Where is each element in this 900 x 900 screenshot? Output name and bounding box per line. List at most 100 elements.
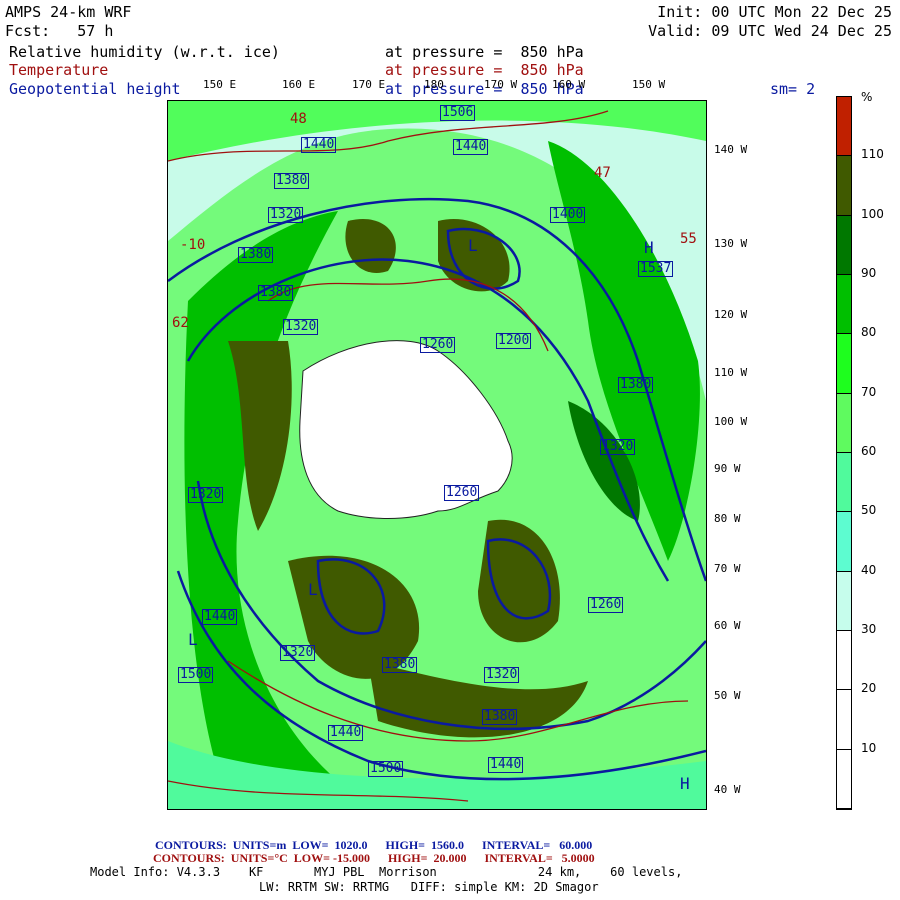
colorbar-segment bbox=[837, 97, 851, 157]
lat-label-right: 40 W bbox=[714, 783, 741, 796]
units: UNITS=m bbox=[232, 838, 287, 852]
colorbar-segment bbox=[837, 749, 851, 809]
height-contour-label: 1500 bbox=[368, 761, 404, 777]
colorbar-level-label: 90 bbox=[861, 266, 877, 280]
colorbar-segment bbox=[837, 690, 851, 750]
height-contour-label: 1320 bbox=[280, 645, 316, 661]
height-contour-label: 1260 bbox=[588, 597, 624, 613]
high: HIGH= 1560.0 bbox=[385, 838, 465, 852]
colorbar-level-label: 20 bbox=[861, 681, 877, 696]
init-time: Init: 00 UTC Mon 22 Dec 25 bbox=[657, 3, 892, 21]
height-contour-label: 1320 bbox=[484, 667, 520, 683]
interval: INTERVAL= 5.0000 bbox=[484, 851, 595, 865]
height-contour-label: 1320 bbox=[268, 207, 304, 223]
lat-label-right: 50 W bbox=[714, 689, 741, 702]
height-contour-label: 1320 bbox=[600, 439, 636, 455]
lat-label-right: 80 W bbox=[714, 512, 741, 525]
temperature-label: 48 bbox=[290, 111, 307, 127]
colorbar-level-label: 30 bbox=[861, 622, 877, 636]
colorbar-level-label: 10 bbox=[861, 740, 877, 755]
lat-label-right: 90 W bbox=[714, 462, 741, 475]
temp-contour-info: CONTOURS: UNITS=°C LOW= -15.000 HIGH= 20… bbox=[153, 851, 595, 866]
smoothing-label: sm= 2 bbox=[770, 80, 816, 98]
lon-label: 160 W bbox=[552, 78, 586, 91]
colorbar bbox=[836, 96, 852, 810]
field-rh-level: at pressure = 850 hPa bbox=[385, 43, 584, 61]
height-contour-label: 1260 bbox=[420, 337, 456, 353]
colorbar-segment bbox=[837, 275, 851, 335]
height-contour-label: 1320 bbox=[283, 319, 319, 335]
field-temp-level: at pressure = 850 hPa bbox=[385, 61, 584, 79]
colorbar-segment bbox=[837, 393, 851, 453]
height-contour-label: 1537 bbox=[638, 261, 674, 277]
low-marker: L bbox=[468, 236, 478, 255]
colorbar-segment bbox=[837, 571, 851, 631]
colorbar-level-label: 80 bbox=[861, 325, 877, 340]
colorbar-level-label: 70 bbox=[861, 384, 877, 399]
low: LOW= 1020.0 bbox=[292, 838, 368, 852]
field-height-name: Geopotential height bbox=[9, 80, 181, 98]
colorbar-segment bbox=[837, 631, 851, 691]
height-contour-label: 1320 bbox=[188, 487, 224, 503]
height-contour-label: 1200 bbox=[496, 333, 532, 349]
high-marker: H bbox=[644, 238, 654, 257]
units: UNITS=°C bbox=[230, 851, 288, 865]
field-temp-name: Temperature bbox=[9, 61, 109, 79]
colorbar-segment bbox=[837, 453, 851, 513]
height-contour-label: 1400 bbox=[550, 207, 586, 223]
contours-label: CONTOURS: bbox=[153, 851, 225, 865]
height-contour-label: 1380 bbox=[482, 709, 518, 725]
lon-label-right: 110 W bbox=[714, 366, 748, 379]
weather-map-figure: AMPS 24-km WRF Fcst: 57 h Init: 00 UTC M… bbox=[0, 0, 900, 900]
height-contour-label: 1380 bbox=[382, 657, 418, 673]
low-marker: L bbox=[188, 630, 198, 649]
lon-label: 150 E bbox=[203, 78, 237, 91]
colorbar-level-label: 50 bbox=[861, 503, 877, 518]
colorbar-segment bbox=[837, 156, 851, 216]
height-contour-label: 1500 bbox=[178, 667, 214, 683]
rh-field bbox=[167, 101, 708, 809]
height-contour-label: 1506 bbox=[440, 105, 476, 121]
colorbar-level-label: 110 bbox=[861, 147, 884, 162]
height-contour-label: 1440 bbox=[301, 137, 337, 153]
high-marker: H bbox=[680, 774, 690, 793]
lon-label: 150 W bbox=[632, 78, 666, 91]
contours-label: CONTOURS: bbox=[155, 838, 227, 852]
lon-label: 170 E bbox=[352, 78, 386, 91]
forecast-hour: Fcst: 57 h bbox=[5, 22, 114, 40]
map-panel: 1506 1440 1440 1380 1320 1380 1400 1537 … bbox=[167, 100, 708, 810]
lon-label-right: 100 W bbox=[714, 415, 748, 428]
temperature-label: 55 bbox=[680, 231, 697, 247]
low: LOW= -15.000 bbox=[293, 851, 370, 865]
lon-label-right: 140 W bbox=[714, 143, 748, 156]
lon-label-right: 120 W bbox=[714, 308, 748, 321]
model-title: AMPS 24-km WRF bbox=[5, 3, 132, 21]
lon-label: 160 E bbox=[282, 78, 316, 91]
interval: INTERVAL= 60.000 bbox=[482, 838, 593, 852]
colorbar-level-label: 60 bbox=[861, 444, 877, 458]
colorbar-unit: % bbox=[861, 90, 873, 104]
height-contour-label: 1380 bbox=[618, 377, 654, 393]
height-contour-label: 1440 bbox=[328, 725, 364, 741]
model-info-physics: LW: RRTM SW: RRTMG DIFF: simple KM: 2D S… bbox=[259, 880, 599, 894]
colorbar-segment bbox=[837, 215, 851, 275]
height-contour-label: 1440 bbox=[453, 139, 489, 155]
height-contour-label: 1380 bbox=[258, 285, 294, 301]
valid-time: Valid: 09 UTC Wed 24 Dec 25 bbox=[648, 22, 892, 40]
lon-label: 180 bbox=[424, 78, 444, 91]
lat-label-right: 60 W bbox=[714, 619, 741, 632]
temperature-label: 62 bbox=[172, 315, 189, 331]
temperature-label: 47 bbox=[594, 165, 611, 181]
temperature-label: -10 bbox=[180, 237, 206, 253]
height-contour-label: 1380 bbox=[238, 247, 274, 263]
lon-label-right: 130 W bbox=[714, 237, 748, 250]
colorbar-level-label: 40 bbox=[861, 562, 877, 577]
high: HIGH= 20.000 bbox=[387, 851, 467, 865]
height-contour-label: 1440 bbox=[202, 609, 238, 625]
colorbar-segment bbox=[837, 512, 851, 572]
lon-label: 170 W bbox=[484, 78, 518, 91]
height-contour-label: 1260 bbox=[444, 485, 480, 501]
height-contour-label: 1440 bbox=[488, 757, 524, 773]
field-rh-name: Relative humidity (w.r.t. ice) bbox=[9, 43, 280, 61]
lat-label-right: 70 W bbox=[714, 562, 741, 575]
